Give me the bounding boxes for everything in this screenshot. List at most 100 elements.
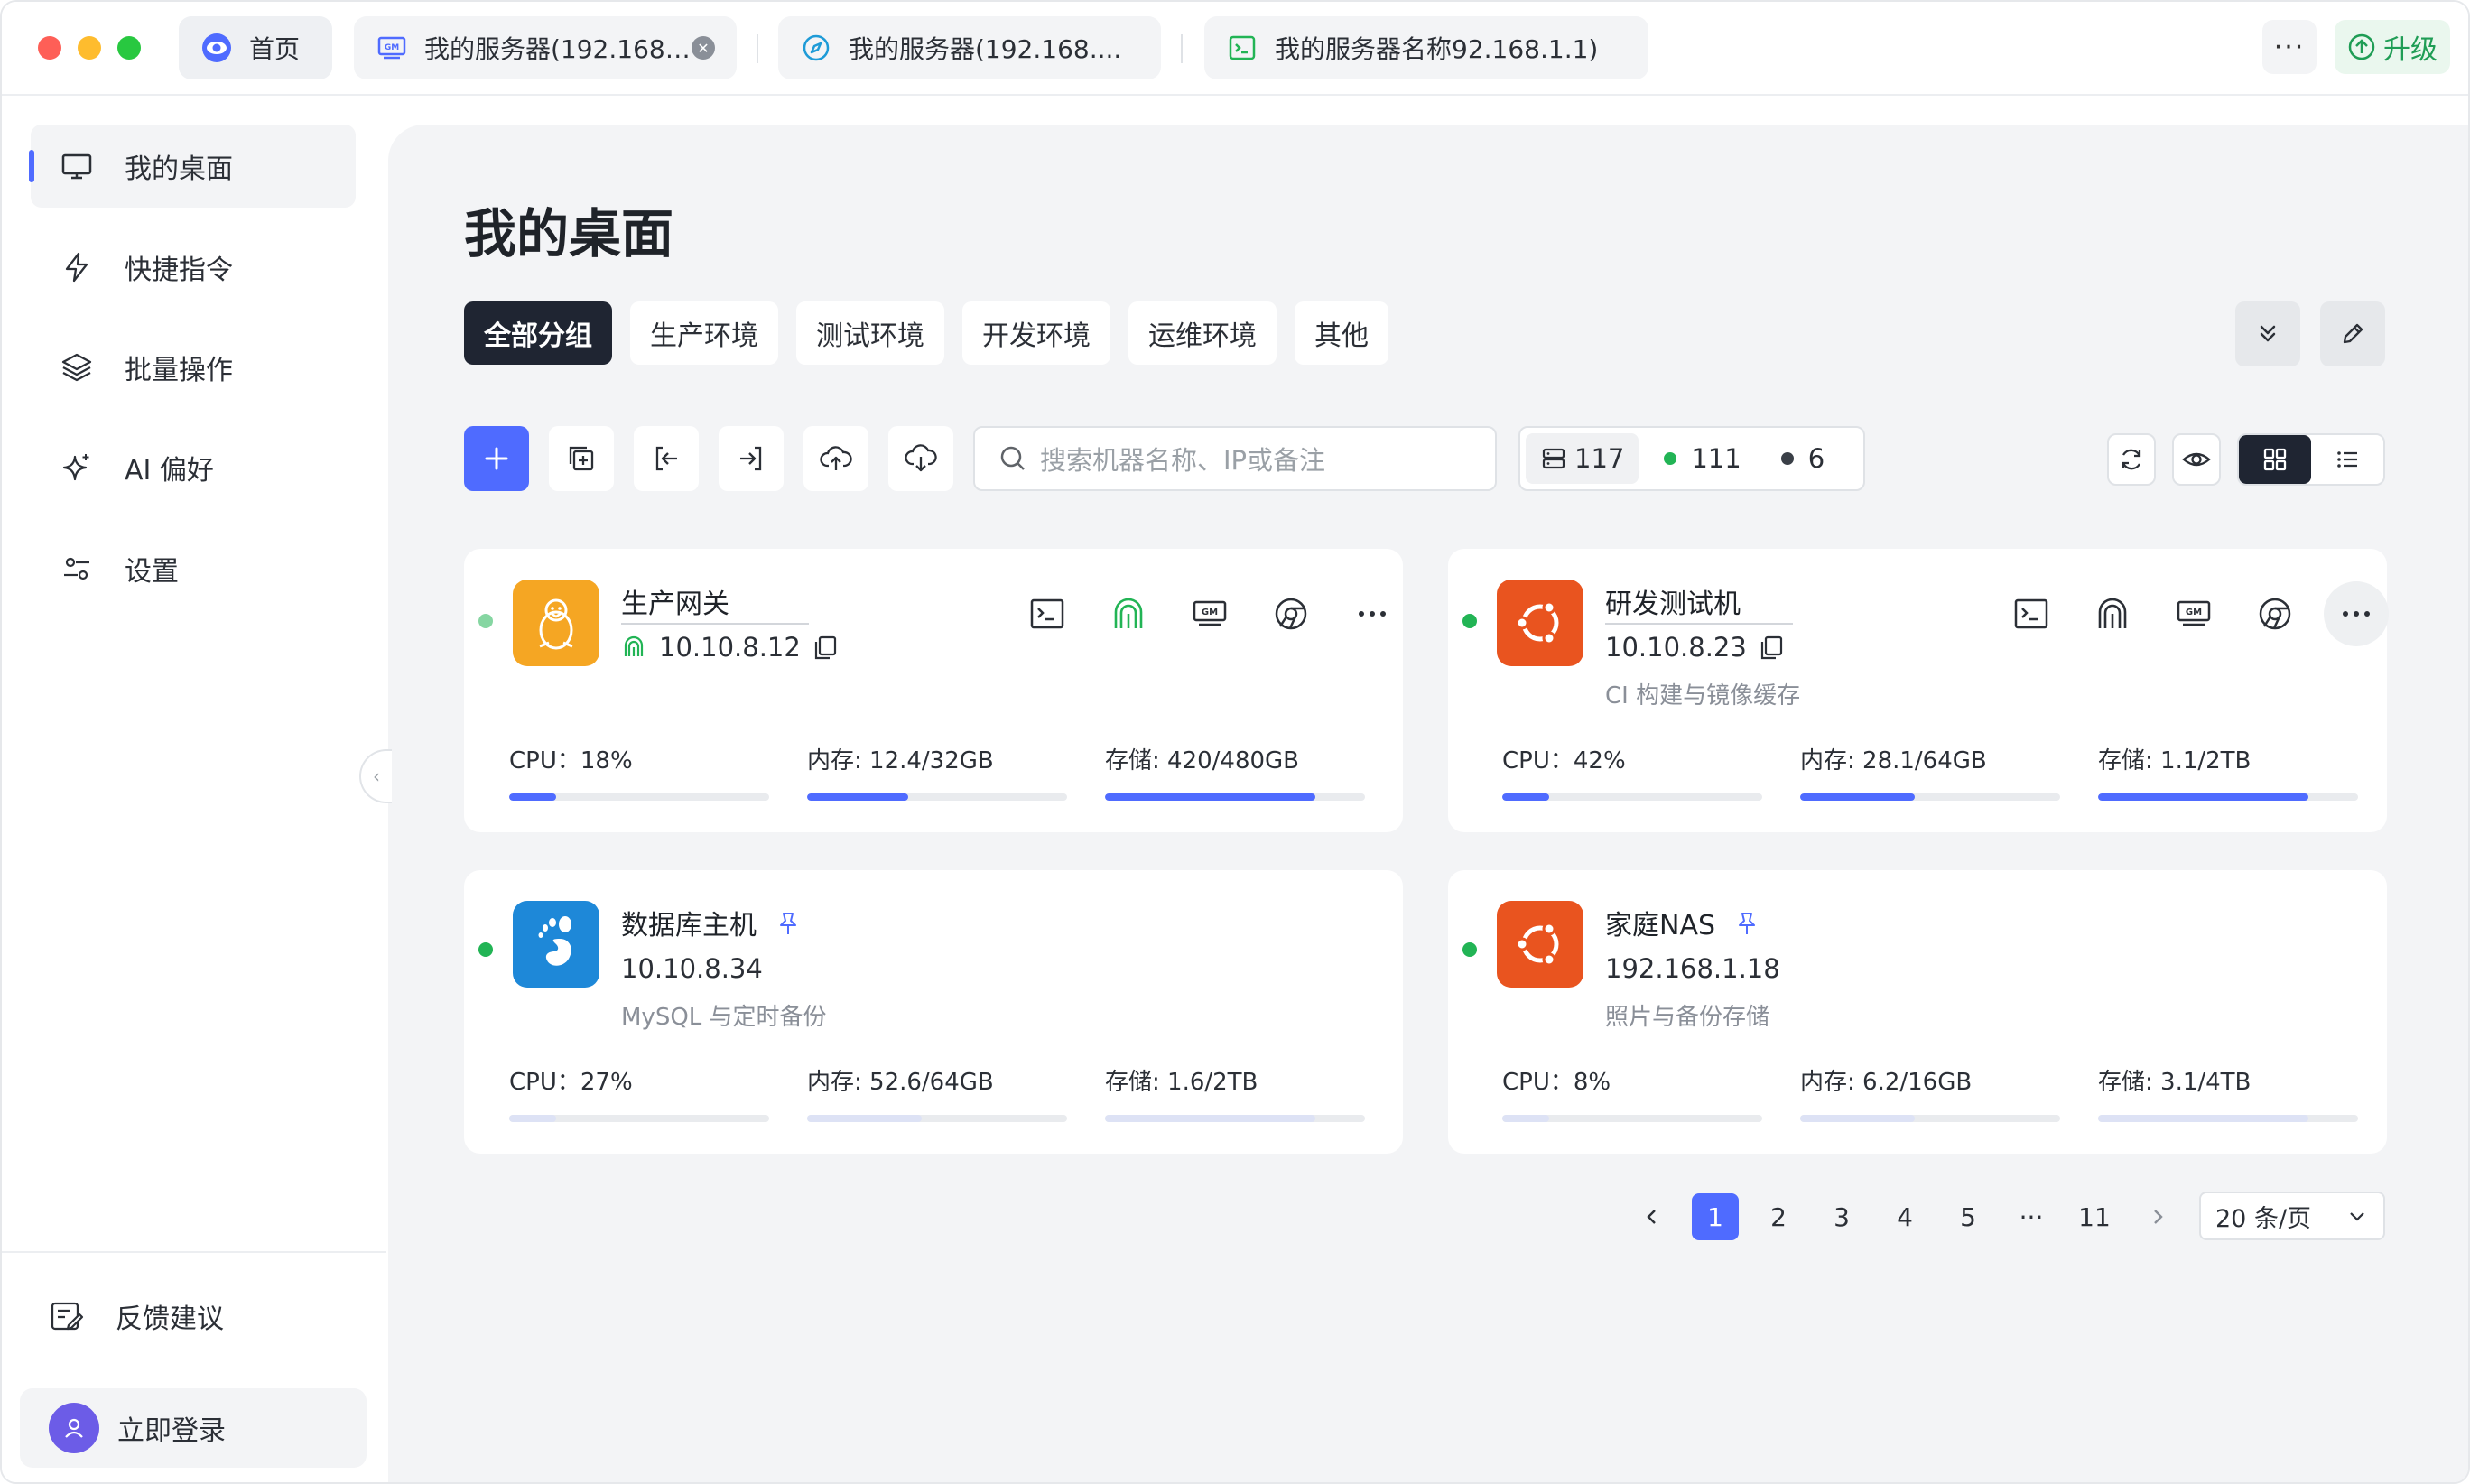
sftp-button[interactable] <box>1096 581 1161 646</box>
memory-bar <box>807 1115 1067 1122</box>
maximize-window-button[interactable] <box>117 36 141 60</box>
server-name[interactable]: 数据库主机 <box>621 910 757 941</box>
search-placeholder: 搜索机器名称、IP或备注 <box>1040 445 1326 476</box>
app-window: 首页 GM 我的服务器(192.168.... ✕ 我的服务器(192.168.… <box>0 0 2470 1484</box>
page-5-button[interactable]: 5 <box>1945 1193 1992 1240</box>
page-size-select[interactable]: 20 条/页 <box>2199 1192 2385 1240</box>
terminal-icon <box>1030 598 1064 629</box>
group-tab-production[interactable]: 生产环境 <box>630 301 778 365</box>
page-3-button[interactable]: 3 <box>1818 1193 1865 1240</box>
expand-groups-button[interactable] <box>2235 301 2300 366</box>
gm-icon: GM <box>376 32 408 64</box>
stat-online[interactable]: 111 <box>1649 433 1755 484</box>
search-icon <box>997 442 1029 475</box>
list-view-button[interactable] <box>2311 435 2383 484</box>
add-server-button[interactable] <box>464 426 529 491</box>
minimize-window-button[interactable] <box>78 36 101 60</box>
group-tab-ops[interactable]: 运维环境 <box>1128 301 1277 365</box>
pencil-icon <box>2343 323 2363 344</box>
pin-icon[interactable] <box>1735 911 1759 936</box>
svg-text:GM: GM <box>2186 608 2202 617</box>
cpu-metric: CPU：27% <box>509 1063 771 1122</box>
stat-total[interactable]: 117 <box>1526 433 1639 484</box>
login-button[interactable]: 立即登录 <box>20 1388 367 1468</box>
cpu-bar <box>509 1115 769 1122</box>
edit-groups-button[interactable] <box>2320 301 2385 366</box>
tab-home[interactable]: 首页 <box>179 16 332 79</box>
server-name-row: 数据库主机 <box>621 903 800 942</box>
terminal-button[interactable] <box>1015 581 1080 646</box>
grid-view-button[interactable] <box>2239 435 2311 484</box>
page-2-button[interactable]: 2 <box>1755 1193 1802 1240</box>
card-more-button[interactable] <box>2324 581 2389 646</box>
browser-button[interactable] <box>2242 581 2308 646</box>
cloud-upload-button[interactable] <box>803 426 868 491</box>
sidebar-divider <box>2 1251 386 1253</box>
sparkle-icon <box>60 450 94 485</box>
close-window-button[interactable] <box>38 36 61 60</box>
duplicate-button[interactable] <box>549 426 614 491</box>
server-name[interactable]: 生产网关 <box>621 581 809 625</box>
sidebar-item-shortcuts[interactable]: 快捷指令 <box>31 226 356 309</box>
tab-server-gm[interactable]: GM 我的服务器(192.168.... ✕ <box>354 16 737 79</box>
server-name[interactable]: 家庭NAS <box>1605 910 1715 941</box>
tab-server-web[interactable]: 我的服务器(192.168.... <box>778 16 1161 79</box>
page-11-button[interactable]: 11 <box>2071 1193 2118 1240</box>
prev-page-button[interactable] <box>1629 1193 1676 1240</box>
sidebar-item-settings[interactable]: 设置 <box>31 527 356 610</box>
ubuntu-icon <box>1497 901 1583 988</box>
close-tab-icon[interactable]: ✕ <box>692 36 715 60</box>
monitor-icon <box>60 149 94 183</box>
server-card[interactable]: 家庭NAS 192.168.1.18 照片与备份存储 CPU：8% 内存: 6.… <box>1448 870 2387 1154</box>
cloud-download-button[interactable] <box>888 426 953 491</box>
tab-server-terminal[interactable]: 我的服务器名称92.168.1.1) <box>1204 16 1648 79</box>
terminal-button[interactable] <box>1999 581 2064 646</box>
import-button[interactable] <box>634 426 699 491</box>
pin-icon[interactable] <box>776 911 800 936</box>
next-page-button[interactable] <box>2134 1193 2181 1240</box>
card-more-button[interactable] <box>1340 581 1405 646</box>
server-card[interactable]: 生产网关 10.10.8.12 GM CPU：18% 内存: 12.4/32GB… <box>464 549 1403 832</box>
storage-label: 存储: 420/480GB <box>1105 747 1300 774</box>
server-name[interactable]: 研发测试机 <box>1605 581 1793 625</box>
feedback-icon <box>49 1298 85 1334</box>
group-tab-testing[interactable]: 测试环境 <box>796 301 944 365</box>
storage-bar-fill <box>2098 1115 2309 1122</box>
tab-divider <box>757 34 758 63</box>
copy-icon[interactable] <box>812 634 839 661</box>
main-content: 我的桌面 全部分组 生产环境 测试环境 开发环境 运维环境 其他 搜索机器名称、… <box>388 125 2468 1482</box>
sidebar-item-ai[interactable]: AI 偏好 <box>31 426 356 509</box>
search-input[interactable]: 搜索机器名称、IP或备注 <box>973 426 1497 491</box>
eye-logo-icon <box>200 32 233 64</box>
gm-button[interactable]: GM <box>1177 581 1242 646</box>
more-menu-button[interactable]: ··· <box>2262 20 2317 74</box>
group-tab-development[interactable]: 开发环境 <box>962 301 1110 365</box>
group-tab-all[interactable]: 全部分组 <box>464 301 612 365</box>
feedback-button[interactable]: 反馈建议 <box>49 1287 224 1345</box>
refresh-button[interactable] <box>2107 433 2156 486</box>
page-ellipsis[interactable]: ··· <box>2008 1193 2055 1240</box>
stat-offline[interactable]: 6 <box>1767 433 1839 484</box>
storage-bar <box>2098 793 2358 801</box>
gm-button[interactable]: GM <box>2161 581 2226 646</box>
page-4-button[interactable]: 4 <box>1881 1193 1928 1240</box>
page-1-button[interactable]: 1 <box>1692 1193 1739 1240</box>
sidebar-item-batch[interactable]: 批量操作 <box>31 326 356 409</box>
offline-dot <box>1780 452 1794 465</box>
browser-button[interactable] <box>1258 581 1323 646</box>
group-tab-other[interactable]: 其他 <box>1295 301 1388 365</box>
more-dots-icon <box>1359 611 1386 617</box>
export-button[interactable] <box>719 426 784 491</box>
list-icon <box>2337 451 2357 468</box>
memory-metric: 内存: 12.4/32GB <box>807 742 1069 801</box>
toggle-visibility-button[interactable] <box>2172 433 2221 486</box>
sftp-button[interactable] <box>2080 581 2145 646</box>
layers-icon <box>60 350 94 385</box>
server-card[interactable]: 研发测试机 10.10.8.23 CI 构建与镜像缓存 GM CPU：42% 内… <box>1448 549 2389 832</box>
copy-icon[interactable] <box>1758 634 1785 661</box>
sidebar-item-desktop[interactable]: 我的桌面 <box>29 125 356 208</box>
svg-text:GM: GM <box>385 43 399 52</box>
upgrade-button[interactable]: 升级 <box>2335 20 2450 74</box>
cpu-label: CPU：42% <box>1502 747 1626 774</box>
server-card[interactable]: 数据库主机 10.10.8.34 MySQL 与定时备份 CPU：27% 内存:… <box>464 870 1403 1154</box>
